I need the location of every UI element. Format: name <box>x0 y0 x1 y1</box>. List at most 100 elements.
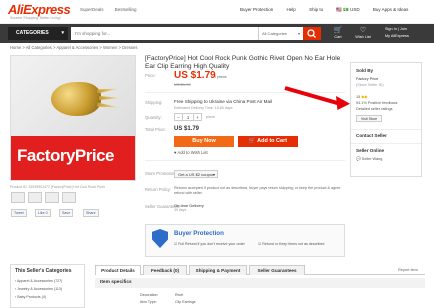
spec-value: Rivet <box>175 293 184 297</box>
seller-online-label: Seller Online <box>356 148 385 153</box>
search-category-label: All Categories <box>262 31 287 36</box>
return-policy-label: Return Policy: <box>145 187 172 192</box>
tweet-button[interactable]: Tweet <box>11 209 27 217</box>
divider <box>351 129 421 130</box>
add-to-wishlist-link[interactable]: ♥ Add to Wish List <box>174 150 208 155</box>
quantity-increase[interactable]: + <box>193 114 201 121</box>
detailed-ratings-link[interactable]: Detailed seller ratings <box>356 107 393 111</box>
annotation-arrow-head <box>336 96 350 110</box>
rivet-spike <box>97 102 119 109</box>
search-button[interactable] <box>303 27 321 40</box>
chevron-down-icon: ▾ <box>297 31 300 36</box>
wishlist-button[interactable]: ♡ Wish List <box>352 26 374 42</box>
account-signin[interactable]: Sign In | Join <box>385 26 430 33</box>
breadcrumb[interactable]: Home > All Categories > Apparel & Access… <box>10 45 137 50</box>
search-bar: CATEGORIES ▾ All Categories ▾ 🛒 Cart ♡ W… <box>0 24 434 43</box>
cart-button[interactable]: 🛒 Cart <box>327 26 349 42</box>
spec-key: Decoration: <box>140 293 159 297</box>
categories-label: CATEGORIES <box>16 30 49 36</box>
heart-icon: ♡ <box>359 27 367 34</box>
contact-seller-link[interactable]: Contact Seller <box>356 133 387 138</box>
divider <box>145 92 345 93</box>
seller-categories-title: This Seller's Categories <box>15 268 72 274</box>
product-image[interactable]: FactoryPrice <box>10 55 136 181</box>
old-price: US $1.99 <box>174 82 191 87</box>
thumbnail[interactable] <box>11 192 25 203</box>
seller-guarantee: On-time Delivery 39 days <box>174 203 204 212</box>
tab-feedback[interactable]: Feedback (0) <box>143 265 187 275</box>
link-help[interactable]: Help <box>287 7 296 12</box>
add-to-cart-button[interactable]: 🛒 Add to Cart <box>238 136 298 147</box>
chevron-down-icon: ▾ <box>61 30 64 36</box>
sold-by-label: Sold By <box>356 68 374 73</box>
ring-image <box>51 82 101 116</box>
shipping-label: Shipping: <box>145 100 163 105</box>
link-ship-to[interactable]: Ship to <box>309 7 323 12</box>
spec-value: Clip Earrings <box>175 300 196 304</box>
item-specifics-header: Item specifics <box>95 278 425 288</box>
search-category-select[interactable]: All Categories ▾ <box>258 27 303 40</box>
buy-now-button[interactable]: Buy Now <box>174 136 234 147</box>
add-to-cart-label: Add to Cart <box>257 138 288 144</box>
shipping-info[interactable]: Free Shipping to Ukraine via China Post … <box>174 99 272 104</box>
thumbnail[interactable] <box>45 192 59 203</box>
save-button[interactable]: Save <box>59 209 74 217</box>
total-label: Total Price: <box>145 127 166 132</box>
seller-wang-link[interactable]: 💬 Seller Wang <box>356 156 382 161</box>
category-item[interactable]: › Jewelry & Accessories (113) <box>15 287 62 291</box>
buyer-protection-title[interactable]: Buyer Protection <box>174 230 224 237</box>
coupon-button[interactable]: Get a US $2 coupon ▾ <box>174 170 218 178</box>
link-apps[interactable]: Buy Apps & Ideas <box>373 7 409 12</box>
total-price: US $1.79 <box>174 126 200 132</box>
account-menu[interactable]: Sign In | Join My AliExpress <box>385 26 430 41</box>
link-buyer-protection[interactable]: Buyer Protection <box>240 7 273 12</box>
quantity-stepper[interactable]: − 1 + <box>174 113 202 121</box>
nav-superdeals[interactable]: SuperDeals <box>80 7 104 12</box>
categories-button[interactable]: CATEGORIES ▾ <box>8 27 68 40</box>
category-item[interactable]: › Apparel & Accessories (727) <box>15 279 62 283</box>
seller-rating-value: 15 <box>356 95 361 99</box>
link-currency[interactable]: 🇺🇸 💵 USD <box>336 7 359 12</box>
annotation-arrow <box>284 86 344 107</box>
visit-store-button[interactable]: Visit Store <box>356 115 382 122</box>
like-button[interactable]: Like 0 <box>35 209 51 217</box>
search-input[interactable] <box>71 27 258 40</box>
logo-tagline: Smarter Shopping, Better Living! <box>10 16 61 20</box>
thumbnail[interactable] <box>62 192 76 203</box>
full-refund-text: Full Refund if you don't receive your or… <box>178 242 245 246</box>
factoryprice-watermark: FactoryPrice <box>17 146 115 165</box>
quantity-note: piece <box>206 115 216 119</box>
add-to-wishlist-label: Add to Wish List <box>177 150 208 155</box>
top-bar: AliExpress Smarter Shopping, Better Livi… <box>0 0 434 24</box>
account-my-aliexpress[interactable]: My AliExpress <box>385 33 430 40</box>
price-unit: / piece <box>215 74 227 79</box>
store-promotion-label: Store Promotion: <box>145 171 177 176</box>
tab-product-details[interactable]: Product Details <box>95 265 141 275</box>
divider <box>145 160 345 161</box>
report-item-link[interactable]: Report Item <box>398 268 418 272</box>
quantity-decrease[interactable]: − <box>175 114 183 121</box>
seller-rating[interactable]: 15 ◆◆ <box>356 94 367 99</box>
search-icon <box>307 29 316 38</box>
category-item-label: Baby Products (4) <box>17 295 46 299</box>
image-caption: Product ID: 32539902472 [FactoryPrice] H… <box>10 185 105 189</box>
chevron-down-icon: ▾ <box>212 172 215 177</box>
category-item[interactable]: › Baby Products (4) <box>15 295 46 299</box>
shipping-note: Estimated Delivery Time: 15-60 days <box>174 106 233 110</box>
aliexpress-logo[interactable]: AliExpress <box>8 2 71 17</box>
spec-key: Item Type: <box>140 300 157 304</box>
divider <box>351 143 421 144</box>
rivet-spike <box>97 86 119 93</box>
share-button[interactable]: Share <box>83 209 99 217</box>
store-since: (Since Seller ID) <box>356 83 384 87</box>
tab-seller-guarantees[interactable]: Seller Guarantees <box>249 265 305 275</box>
coupon-label: Get a US $2 coupon <box>178 172 215 177</box>
product-title: [FactoryPrice] Hot Cool Rock Punk Gothic… <box>145 55 341 70</box>
thumbnail[interactable] <box>28 192 42 203</box>
top-links: Buyer Protection Help Ship to 🇺🇸 💵 USD B… <box>240 7 420 13</box>
store-name[interactable]: Factory Price <box>356 77 378 81</box>
shield-icon <box>152 229 168 248</box>
tab-shipping-payment[interactable]: Shipping & Payment <box>189 265 247 275</box>
nav-bestselling[interactable]: Bestselling <box>115 7 137 12</box>
quantity-value[interactable]: 1 <box>184 114 192 121</box>
